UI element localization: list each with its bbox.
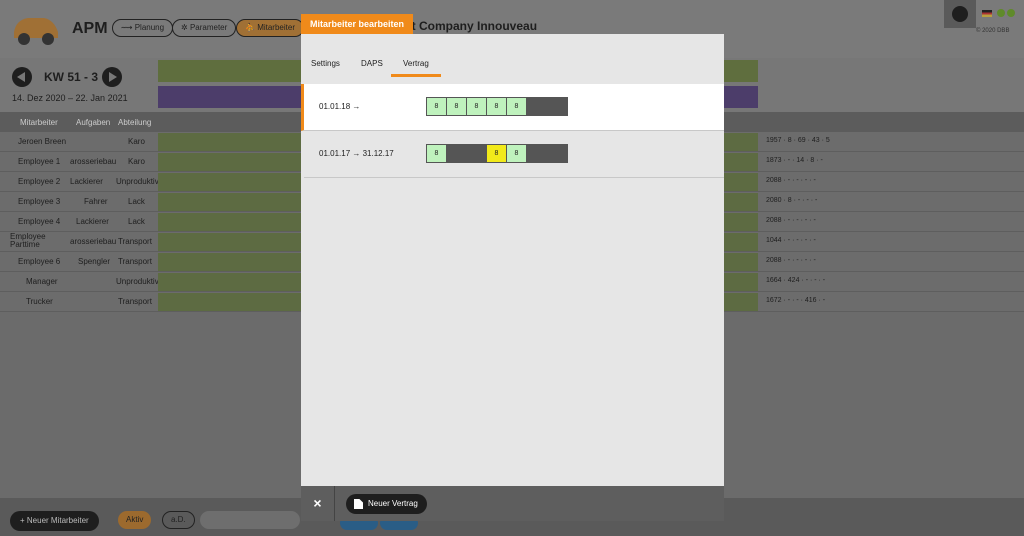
nav-parameter-button[interactable]: ✲ Parameter (172, 19, 237, 37)
contract-row[interactable]: 01.01.17 → 31.12.17 8 8 8 (304, 131, 724, 178)
day-hours-cell[interactable]: 8 (467, 98, 487, 115)
day-hours-cell[interactable] (527, 145, 547, 162)
status-dot-icon (1007, 9, 1015, 17)
german-flag-icon[interactable] (982, 10, 992, 17)
filter-retired-button[interactable]: a.D. (162, 511, 195, 529)
tab-daps[interactable]: DAPS (361, 59, 383, 68)
weekday-hours: 8 8 8 (426, 144, 568, 163)
contract-period: 01.01.18 → (319, 102, 361, 111)
new-employee-button[interactable]: + Neuer Mitarbeiter (10, 511, 99, 531)
nav-planung-button[interactable]: ⟿ Planung (112, 19, 174, 37)
contract-period: 01.01.17 → 31.12.17 (319, 149, 394, 158)
day-hours-cell[interactable]: 8 (487, 145, 507, 162)
employee-icon: ⛹ (245, 23, 258, 32)
close-modal-button[interactable]: × (301, 486, 335, 521)
car-logo-icon (14, 18, 58, 45)
copyright-text: © 2020 DBB (976, 28, 1010, 34)
tab-vertrag[interactable]: Vertrag (391, 59, 441, 77)
modal-tabs: Settings DAPS Vertrag (301, 34, 724, 84)
day-hours-cell[interactable] (547, 98, 567, 115)
day-hours-cell[interactable] (447, 145, 467, 162)
contract-row[interactable]: 01.01.18 → 8 8 8 8 8 (301, 84, 724, 131)
filter-active-button[interactable]: Aktiv (118, 511, 152, 529)
modal-title: Mitarbeiter bearbeiten (301, 14, 414, 34)
gear-icon: ✲ (181, 23, 190, 32)
previous-week-button[interactable] (12, 67, 32, 87)
tab-settings[interactable]: Settings (311, 59, 340, 68)
user-avatar-icon (952, 6, 968, 22)
modal-footer: × Neuer Vertrag (301, 486, 724, 521)
day-hours-cell[interactable]: 8 (507, 145, 527, 162)
column-tasks[interactable]: Aufgaben (76, 118, 110, 127)
day-hours-cell[interactable] (467, 145, 487, 162)
weekday-hours: 8 8 8 8 8 (426, 97, 568, 116)
column-employee[interactable]: Mitarbeiter (20, 118, 58, 127)
day-hours-cell[interactable]: 8 (447, 98, 467, 115)
day-hours-cell[interactable]: 8 (507, 98, 527, 115)
company-name: st Company Innouveau (405, 19, 538, 33)
week-date-range: 14. Dez 2020 – 22. Jan 2021 (12, 93, 128, 103)
new-contract-button[interactable]: Neuer Vertrag (346, 494, 427, 514)
day-hours-cell[interactable]: 8 (427, 98, 447, 115)
search-input[interactable] (200, 511, 300, 529)
status-dot-icon (997, 9, 1005, 17)
day-hours-cell[interactable] (527, 98, 547, 115)
day-hours-cell[interactable]: 8 (427, 145, 447, 162)
column-department[interactable]: Abteilung (118, 118, 151, 127)
planning-icon: ⟿ (121, 23, 135, 32)
week-label: KW 51 - 3 (44, 70, 99, 84)
edit-employee-modal: Settings DAPS Vertrag 01.01.18 → 8 8 8 8… (301, 34, 724, 521)
app-name: APM (72, 20, 108, 37)
day-hours-cell[interactable]: 8 (487, 98, 507, 115)
nav-mitarbeiter-button[interactable]: ⛹ Mitarbeiter (236, 19, 304, 37)
day-hours-cell[interactable] (547, 145, 567, 162)
document-edit-icon (354, 499, 363, 509)
next-week-button[interactable] (102, 67, 122, 87)
